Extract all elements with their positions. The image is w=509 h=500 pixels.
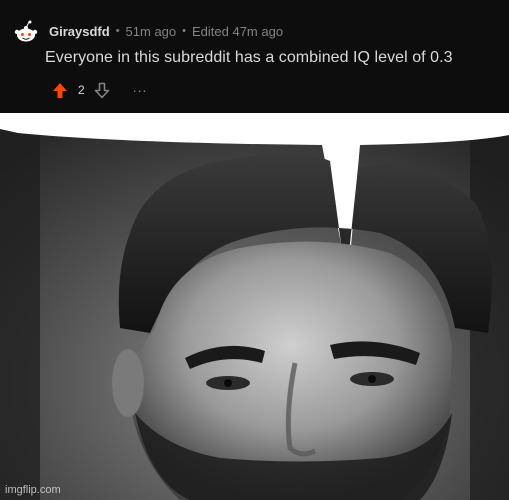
username-link[interactable]: Giraysdfd xyxy=(49,24,110,39)
posted-time: 51m ago xyxy=(125,23,177,39)
meta-separator: • xyxy=(115,25,120,37)
upvote-arrow-icon[interactable] xyxy=(52,82,68,99)
downvote-arrow-icon[interactable] xyxy=(94,82,110,99)
comment-container: Giraysdfd • 51m ago • Edited 47m ago Eve… xyxy=(0,0,509,113)
comment-actions: 2 ... xyxy=(52,80,147,100)
meme-illustration xyxy=(0,113,509,500)
more-options-button[interactable]: ... xyxy=(133,80,148,98)
snoo-avatar-icon[interactable] xyxy=(13,19,39,45)
imgflip-watermark: imgflip.com xyxy=(5,484,61,496)
vote-count: 2 xyxy=(78,83,85,97)
edited-time: Edited 47m ago xyxy=(192,23,284,39)
comment-meta: Giraysdfd • 51m ago • Edited 47m ago xyxy=(49,22,283,40)
meta-separator: • xyxy=(182,25,186,37)
comment-text: Everyone in this subreddit has a combine… xyxy=(45,49,453,66)
meme-image: imgflip.com xyxy=(0,113,509,500)
